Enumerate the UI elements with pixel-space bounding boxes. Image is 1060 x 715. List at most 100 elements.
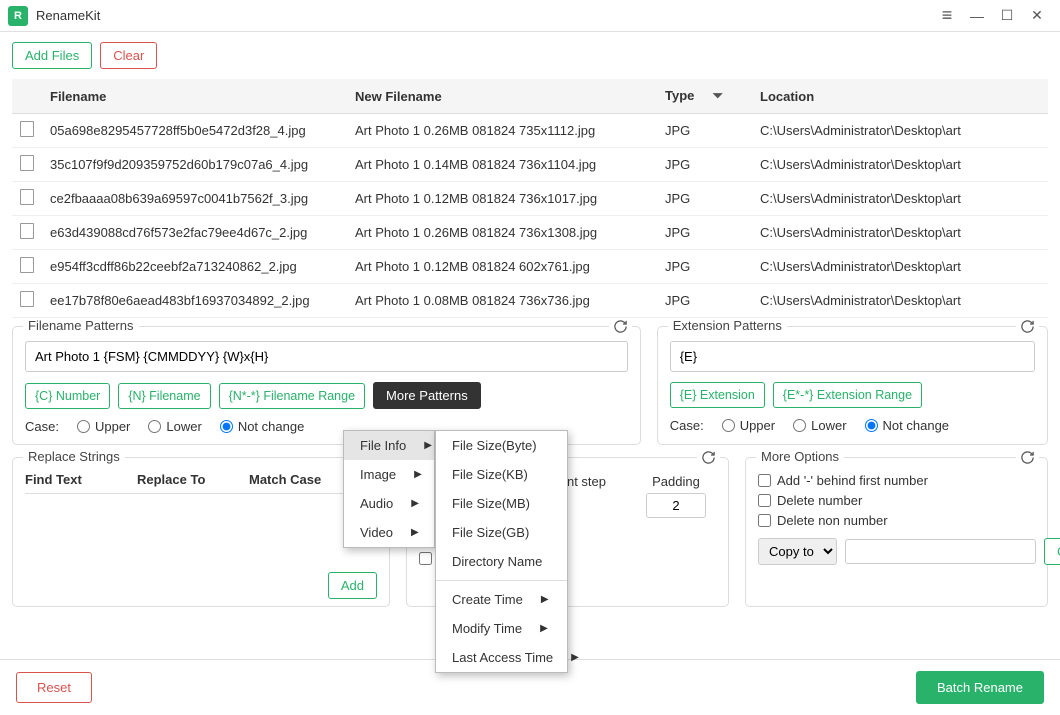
cell-filename: ee17b78f80e6aead483bf16937034892_2.jpg [42,284,347,318]
more-options-panel: More Options Add '-' behind first number… [745,457,1048,607]
cell-location: C:\Users\Administrator\Desktop\art [752,250,1048,284]
file-icon [20,121,34,137]
chk-delete-non-number[interactable]: Delete non number [758,513,1035,528]
more-patterns-button[interactable]: More Patterns [373,382,481,409]
chevron-right-icon: ▶ [541,594,549,605]
case-label: Case: [25,419,59,434]
replace-strings-title: Replace Strings [23,449,125,464]
col-find-text: Find Text [25,472,137,487]
col-filename[interactable]: Filename [42,79,347,114]
tag-number[interactable]: {C} Number [25,383,110,409]
col-location[interactable]: Location [752,79,1048,114]
table-row[interactable]: 05a698e8295457728ff5b0e5472d3f28_4.jpgAr… [12,114,1048,148]
file-icon [20,223,34,239]
cell-filename: e63d439088cd76f573e2fac79ee4d67c_2.jpg [42,216,347,250]
cell-filename: e954ff3cdff86b22ceebf2a713240862_2.jpg [42,250,347,284]
menu-file-size-mb[interactable]: File Size(MB) [436,489,567,518]
more-options-title: More Options [756,449,844,464]
refresh-icon[interactable] [697,450,720,468]
extension-patterns-panel: Extension Patterns {E} Extension {E*-*} … [657,326,1048,445]
tag-extension[interactable]: {E} Extension [670,382,765,408]
tag-filename-range[interactable]: {N*-*} Filename Range [219,383,365,409]
file-icon [20,189,34,205]
file-table: Filename New Filename Type ⏷ Location 05… [12,79,1048,318]
radio-lower[interactable]: Lower [793,418,846,433]
menu-last-access-time[interactable]: Last Access Time▶ [436,643,567,672]
copy-to-select[interactable]: Copy to [758,538,837,565]
col-replace-to: Replace To [137,472,249,487]
chevron-right-icon: ▶ [411,498,419,509]
padding-input[interactable] [646,493,706,518]
replace-strings-panel: Replace Strings Find Text Replace To Mat… [12,457,390,607]
filename-patterns-title: Filename Patterns [23,318,139,333]
extension-patterns-title: Extension Patterns [668,318,787,333]
chevron-right-icon: ▶ [571,652,579,663]
copy-to-path-input[interactable] [845,539,1036,564]
menu-file-size-byte[interactable]: File Size(Byte) [436,431,567,460]
table-row[interactable]: ee17b78f80e6aead483bf16937034892_2.jpgAr… [12,284,1048,318]
chevron-right-icon: ▶ [411,527,419,538]
radio-not-change[interactable]: Not change [865,418,950,433]
cell-filename: 35c107f9f9d209359752d60b179c07a6_4.jpg [42,148,347,182]
batch-rename-button[interactable]: Batch Rename [916,671,1044,704]
col-type[interactable]: Type ⏷ [657,79,752,114]
close-icon[interactable]: ✕ [1022,1,1052,31]
cell-type: JPG [657,216,752,250]
reset-button[interactable]: Reset [16,672,92,703]
file-icon [20,257,34,273]
clear-button[interactable]: Clear [100,42,157,69]
refresh-icon[interactable] [1016,450,1039,468]
menu-directory-name[interactable]: Directory Name [436,547,567,576]
add-replace-button[interactable]: Add [328,572,377,599]
toolbar: Add Files Clear [0,32,1060,79]
tag-extension-range[interactable]: {E*-*} Extension Range [773,382,922,408]
chk-add-dash[interactable]: Add '-' behind first number [758,473,1035,488]
file-icon [20,155,34,171]
cell-location: C:\Users\Administrator\Desktop\art [752,216,1048,250]
filename-pattern-input[interactable] [25,341,628,372]
menu-audio[interactable]: Audio▶ [344,489,434,518]
col-new-filename[interactable]: New Filename [347,79,657,114]
chevron-right-icon: ▶ [424,440,432,451]
filter-icon[interactable]: ⏷ [712,88,722,103]
table-row[interactable]: 35c107f9f9d209359752d60b179c07a6_4.jpgAr… [12,148,1048,182]
radio-upper[interactable]: Upper [77,419,130,434]
cell-new-filename: Art Photo 1 0.08MB 081824 736x736.jpg [347,284,657,318]
radio-not-change[interactable]: Not change [220,419,305,434]
menu-video[interactable]: Video▶ [344,518,434,547]
table-row[interactable]: e954ff3cdff86b22ceebf2a713240862_2.jpgAr… [12,250,1048,284]
cell-type: JPG [657,284,752,318]
refresh-icon[interactable] [1016,319,1039,337]
tag-filename[interactable]: {N} Filename [118,383,210,409]
titlebar: R RenameKit ≡ — ☐ ✕ [0,0,1060,32]
menu-modify-time[interactable]: Modify Time▶ [436,614,567,643]
cell-filename: 05a698e8295457728ff5b0e5472d3f28_4.jpg [42,114,347,148]
menu-file-size-kb[interactable]: File Size(KB) [436,460,567,489]
cell-location: C:\Users\Administrator\Desktop\art [752,114,1048,148]
maximize-icon[interactable]: ☐ [992,1,1022,31]
menu-create-time[interactable]: Create Time▶ [436,585,567,614]
menu-image[interactable]: Image▶ [344,460,434,489]
table-row[interactable]: ce2fbaaaa08b639a69597c0041b7562f_3.jpgAr… [12,182,1048,216]
app-icon: R [8,6,28,26]
table-row[interactable]: e63d439088cd76f573e2fac79ee4d67c_2.jpgAr… [12,216,1048,250]
table-header-row: Filename New Filename Type ⏷ Location [12,79,1048,114]
minimize-icon[interactable]: — [962,1,992,31]
extension-pattern-input[interactable] [670,341,1035,372]
cell-type: JPG [657,114,752,148]
padding-field: Padding [646,474,706,518]
menu-file-size-gb[interactable]: File Size(GB) [436,518,567,547]
cell-new-filename: Art Photo 1 0.26MB 081824 736x1308.jpg [347,216,657,250]
cell-type: JPG [657,148,752,182]
menu-file-info[interactable]: File Info▶ [344,431,434,460]
chk-with-1-file[interactable] [419,552,432,565]
radio-upper[interactable]: Upper [722,418,775,433]
change-button[interactable]: Change [1044,538,1060,565]
cell-location: C:\Users\Administrator\Desktop\art [752,182,1048,216]
chevron-right-icon: ▶ [540,623,548,634]
add-files-button[interactable]: Add Files [12,42,92,69]
radio-lower[interactable]: Lower [148,419,201,434]
menu-icon[interactable]: ≡ [932,1,962,31]
refresh-icon[interactable] [609,319,632,337]
chk-delete-number[interactable]: Delete number [758,493,1035,508]
